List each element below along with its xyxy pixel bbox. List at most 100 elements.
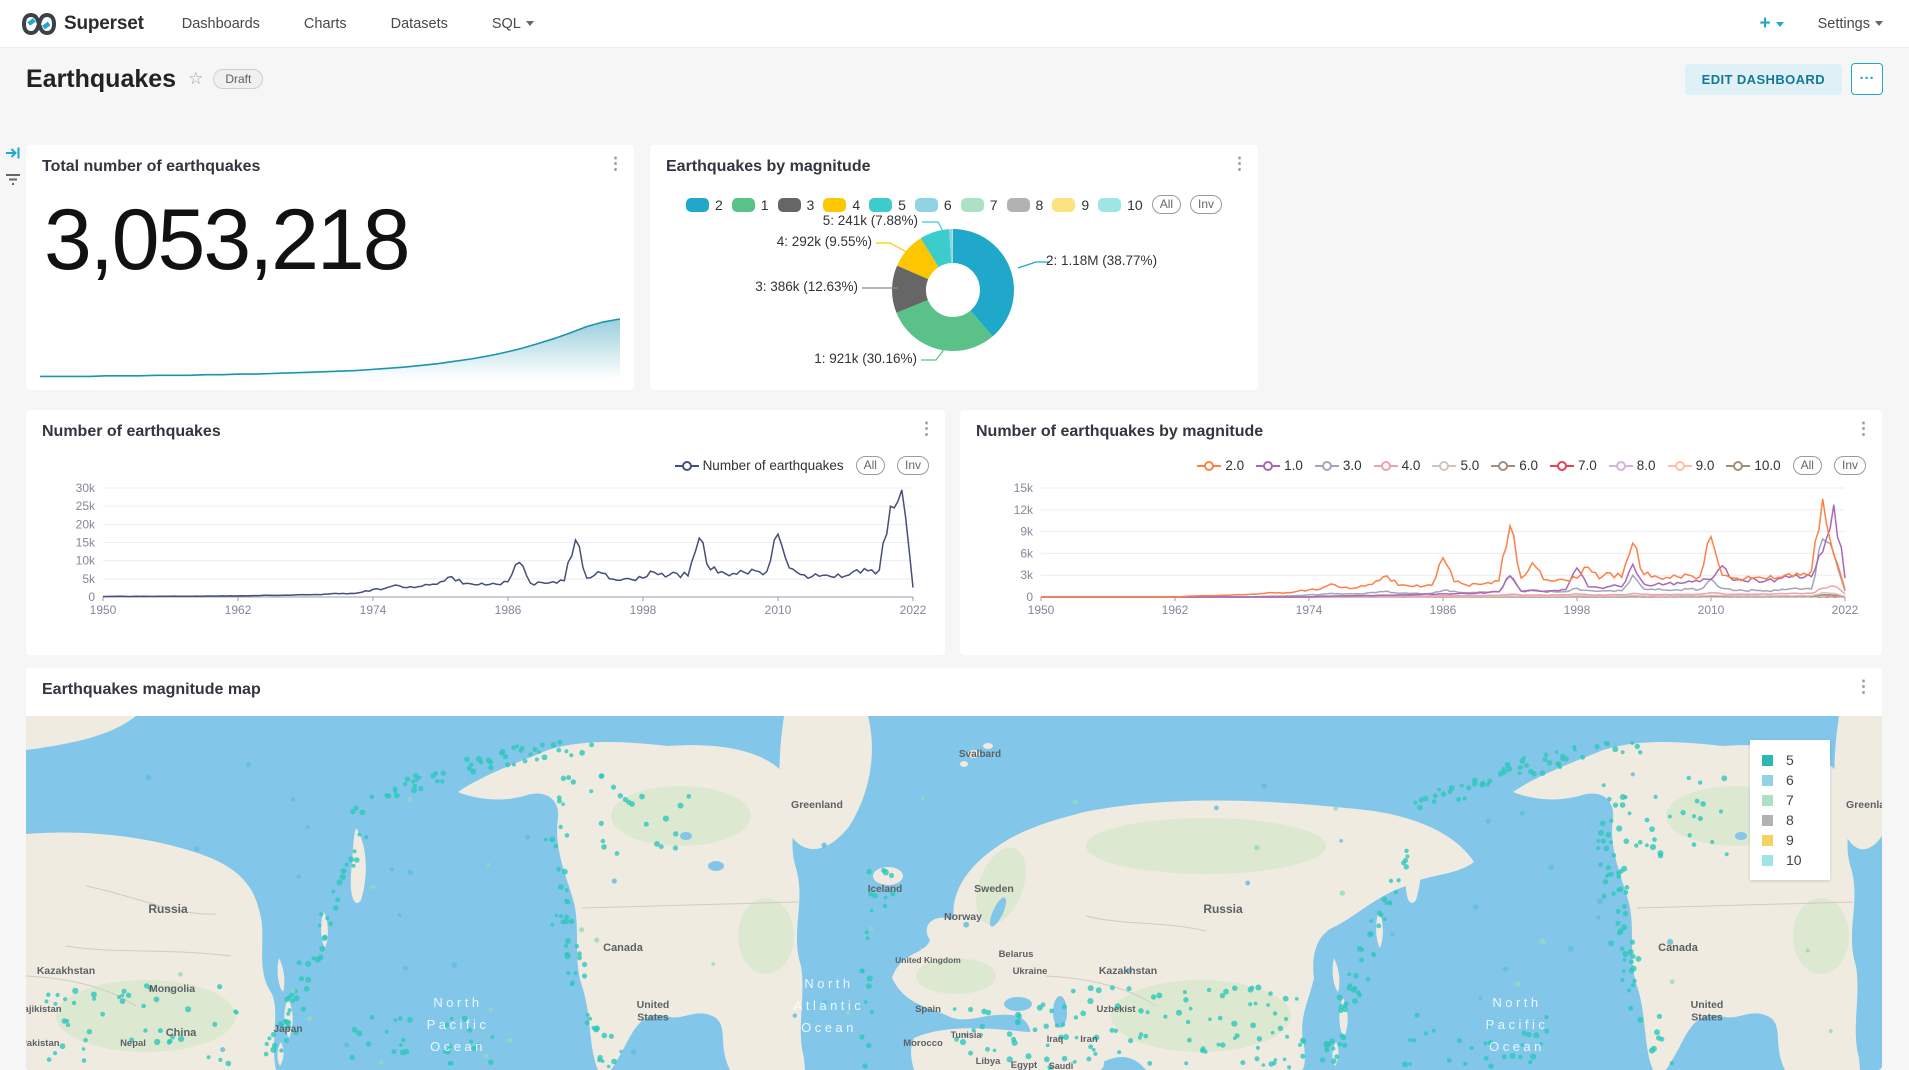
- filter-icon[interactable]: [4, 170, 22, 188]
- svg-text:Iraq: Iraq: [1047, 1034, 1064, 1044]
- chevron-down-icon: [1875, 21, 1883, 26]
- legend-swatch: [1762, 855, 1773, 866]
- chevron-down-icon: [526, 21, 534, 26]
- edit-dashboard-button[interactable]: EDIT DASHBOARD: [1685, 64, 1842, 95]
- svg-text:1974: 1974: [360, 603, 387, 617]
- line-chart[interactable]: 05k10k15k20k25k30k1950196219741986199820…: [26, 410, 945, 655]
- svg-text:Russia: Russia: [1203, 902, 1243, 916]
- multi-line-chart[interactable]: 03k6k9k12k15k195019621974198619982010202…: [960, 410, 1882, 655]
- svg-text:Iran: Iran: [1080, 1034, 1098, 1045]
- svg-text:1998: 1998: [630, 603, 657, 617]
- svg-text:3k: 3k: [1020, 568, 1034, 582]
- navbar: Superset Dashboards Charts Datasets SQL …: [0, 0, 1909, 48]
- legend-label: 5: [1786, 752, 1794, 768]
- svg-text:5k: 5k: [82, 572, 96, 586]
- superset-logo-icon: [22, 13, 56, 35]
- expand-filter-bar-icon[interactable]: [4, 144, 22, 162]
- svg-text:Japan: Japan: [274, 1024, 303, 1035]
- svg-text:UnitedStates: UnitedStates: [1691, 999, 1724, 1024]
- svg-text:10k: 10k: [76, 554, 96, 568]
- legend-label: 8: [1786, 812, 1794, 828]
- legend-label: 7: [1786, 792, 1794, 808]
- legend-label: 6: [1786, 772, 1794, 788]
- donut-chart[interactable]: [650, 145, 1258, 390]
- svg-text:Libya: Libya: [976, 1056, 1002, 1067]
- svg-text:NorthPacificOcean: NorthPacificOcean: [1486, 995, 1549, 1054]
- svg-text:Tunisia: Tunisia: [951, 1030, 983, 1040]
- svg-text:30k: 30k: [76, 481, 96, 495]
- card-number-of-earthquakes: Number of earthquakes ⋮ Number of earthq…: [26, 410, 945, 655]
- svg-text:Svalbard: Svalbard: [959, 749, 1001, 760]
- legend-swatch: [1762, 755, 1773, 766]
- new-item-button[interactable]: +: [1759, 13, 1783, 35]
- pie-callout: 3: 386k (12.63%): [755, 279, 858, 294]
- svg-text:2010: 2010: [765, 603, 792, 617]
- svg-text:Kazakhstan: Kazakhstan: [37, 965, 95, 977]
- svg-text:Belarus: Belarus: [999, 949, 1034, 960]
- svg-text:Nepal: Nepal: [120, 1038, 146, 1049]
- svg-text:Iceland: Iceland: [868, 884, 902, 895]
- nav-item-dashboards[interactable]: Dashboards: [182, 16, 260, 32]
- world-map[interactable]: SvalbardGreenlandGreenlandIcelandSwedenN…: [26, 716, 1882, 1070]
- map-legend-item-10[interactable]: 10: [1762, 850, 1818, 870]
- pie-callout: 2: 1.18M (38.77%): [1046, 253, 1157, 268]
- svg-text:Spain: Spain: [915, 1004, 941, 1015]
- svg-text:United Kingdom: United Kingdom: [895, 955, 961, 965]
- map-legend-item-7[interactable]: 7: [1762, 790, 1818, 810]
- svg-text:20k: 20k: [76, 517, 96, 531]
- chart-title: Total number of earthquakes: [42, 158, 260, 176]
- superset-brand[interactable]: Superset: [22, 13, 144, 35]
- svg-text:1950: 1950: [1028, 603, 1055, 617]
- svg-text:Greenland: Greenland: [791, 799, 843, 811]
- svg-text:Canada: Canada: [1658, 942, 1699, 954]
- map-legend-item-8[interactable]: 8: [1762, 810, 1818, 830]
- svg-text:6k: 6k: [1020, 546, 1034, 560]
- svg-text:NorthPacificOcean: NorthPacificOcean: [427, 995, 490, 1054]
- svg-text:2022: 2022: [1832, 603, 1859, 617]
- pie-callout: 1: 921k (30.16%): [814, 351, 917, 366]
- map-legend-item-5[interactable]: 5: [1762, 750, 1818, 770]
- card-total-earthquakes: Total number of earthquakes ⋮ 3,053,218: [26, 145, 634, 390]
- legend-swatch: [1762, 795, 1773, 806]
- chart-menu-icon[interactable]: ⋮: [607, 155, 624, 172]
- svg-text:0: 0: [1026, 590, 1033, 604]
- svg-text:Mongolia: Mongolia: [149, 983, 195, 995]
- svg-text:Saudi: Saudi: [1049, 1061, 1074, 1070]
- chevron-down-icon: [1776, 22, 1784, 27]
- svg-text:12k: 12k: [1014, 503, 1034, 517]
- series-1.0: [1041, 505, 1845, 597]
- chart-title: Earthquakes magnitude map: [42, 681, 261, 699]
- pie-callout: 4: 292k (9.55%): [777, 234, 872, 249]
- series-2.0: [1041, 499, 1845, 597]
- svg-text:2022: 2022: [900, 603, 927, 617]
- map-legend-item-9[interactable]: 9: [1762, 830, 1818, 850]
- legend-label: 9: [1786, 832, 1794, 848]
- svg-text:1998: 1998: [1564, 603, 1591, 617]
- legend-swatch: [1762, 835, 1773, 846]
- nav-item-sql[interactable]: SQL: [492, 16, 534, 32]
- svg-text:Ukraine: Ukraine: [1013, 966, 1048, 977]
- settings-menu[interactable]: Settings: [1818, 15, 1883, 33]
- map-legend-item-6[interactable]: 6: [1762, 770, 1818, 790]
- legend-swatch: [1762, 775, 1773, 786]
- map-legend: 5 6 7 8 9 10: [1750, 740, 1830, 880]
- chart-menu-icon[interactable]: ⋮: [1855, 678, 1872, 695]
- svg-text:2010: 2010: [1698, 603, 1725, 617]
- svg-text:1986: 1986: [495, 603, 522, 617]
- svg-text:Sweden: Sweden: [974, 883, 1014, 895]
- svg-text:Norway: Norway: [944, 911, 982, 923]
- favorite-star-icon[interactable]: ☆: [188, 69, 203, 89]
- svg-text:China: China: [166, 1027, 197, 1039]
- big-number-value: 3,053,218: [44, 191, 409, 290]
- svg-text:0: 0: [88, 590, 95, 604]
- svg-text:Russia: Russia: [148, 902, 188, 916]
- svg-text:1950: 1950: [90, 603, 117, 617]
- svg-text:Pakistan: Pakistan: [26, 1038, 60, 1049]
- nav-item-charts[interactable]: Charts: [304, 16, 347, 32]
- nav-item-datasets[interactable]: Datasets: [391, 16, 448, 32]
- more-actions-button[interactable]: ···: [1851, 63, 1883, 95]
- svg-text:1962: 1962: [1162, 603, 1189, 617]
- svg-text:15k: 15k: [76, 536, 96, 550]
- card-earthquakes-by-magnitude-series: Number of earthquakes by magnitude ⋮ 2.0…: [960, 410, 1882, 655]
- svg-text:1974: 1974: [1296, 603, 1323, 617]
